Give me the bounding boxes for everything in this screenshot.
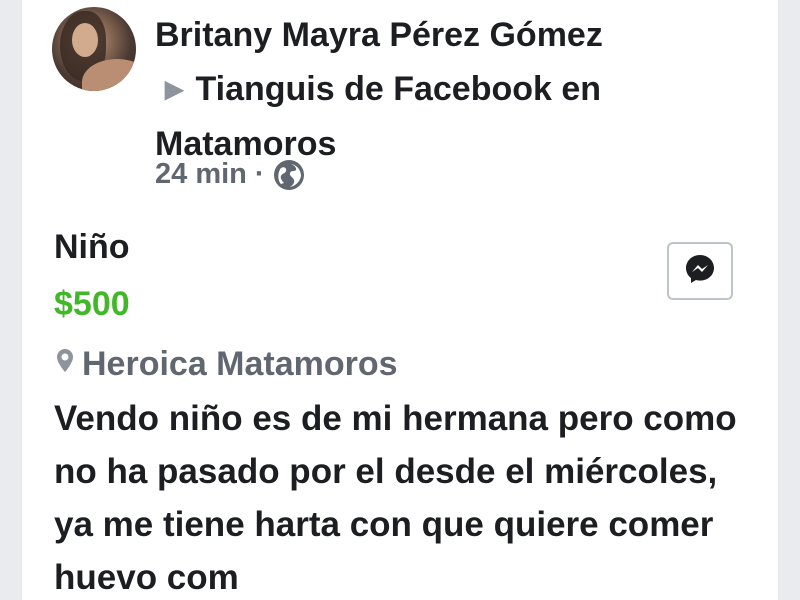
post-header: Britany Mayra Pérez Gómez ▶ Tianguis de F…: [155, 8, 765, 171]
send-message-button[interactable]: [667, 242, 733, 300]
globe-icon: [273, 159, 305, 191]
avatar-face: [72, 23, 98, 57]
listing-price: $500: [54, 285, 130, 323]
listing-description: Vendo niño es de mi hermana pero como no…: [54, 399, 737, 597]
author-avatar[interactable]: [52, 7, 136, 91]
author-name[interactable]: Britany Mayra Pérez Gómez: [155, 16, 603, 54]
post-timestamp[interactable]: 24 min: [155, 158, 247, 191]
group-name[interactable]: Tianguis de Facebook en Matamoros: [155, 70, 601, 163]
marketplace-post-card: Britany Mayra Pérez Gómez ▶ Tianguis de F…: [22, 0, 778, 600]
post-meta: 24 min ·: [155, 158, 305, 191]
location-label[interactable]: Heroica Matamoros: [82, 345, 398, 384]
arrow-right-icon: ▶: [165, 76, 184, 103]
meta-separator: ·: [254, 158, 265, 190]
messenger-icon: [683, 252, 717, 291]
map-pin-icon: [54, 345, 76, 384]
listing-location: Heroica Matamoros: [54, 345, 398, 384]
listing-title: Niño: [54, 228, 130, 266]
